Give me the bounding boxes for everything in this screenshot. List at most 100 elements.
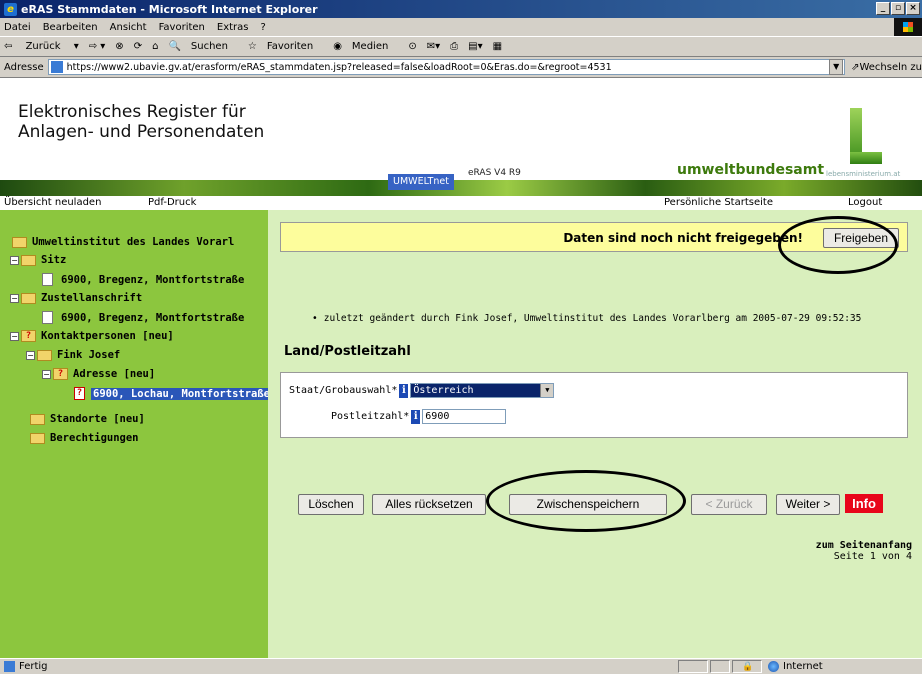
info-icon[interactable]: i bbox=[399, 383, 409, 398]
window-controls: _ ▫ × bbox=[876, 2, 920, 15]
tree-item-lochau-address[interactable]: ? 6900, Lochau, Montfortstraße bbox=[74, 387, 273, 400]
folder-new-icon: ? bbox=[53, 368, 68, 380]
country-row: Staat/Grobauswahl* i Österreich ▼ bbox=[289, 383, 555, 398]
last-changed-info: • zuletzt geändert durch Fink Josef, Umwe… bbox=[312, 313, 862, 324]
last-changed-text: zuletzt geändert durch Fink Josef, Umwel… bbox=[323, 313, 862, 324]
status-segment bbox=[710, 660, 730, 673]
reload-overview-link[interactable]: Übersicht neuladen bbox=[4, 197, 101, 208]
country-select[interactable]: Österreich ▼ bbox=[410, 383, 555, 398]
info-icon[interactable]: i bbox=[411, 409, 421, 424]
umweltbundesamt-logo: umweltbundesamt bbox=[677, 162, 825, 178]
link-bar: Übersicht neuladen Pdf-Druck Persönliche… bbox=[0, 196, 922, 210]
go-button[interactable]: ⇗Wechseln zu bbox=[851, 62, 922, 73]
status-segment bbox=[678, 660, 708, 673]
window-title: eRAS Stammdaten - Microsoft Internet Exp… bbox=[21, 2, 318, 16]
zone-label: Internet bbox=[783, 661, 823, 672]
collapse-icon[interactable]: − bbox=[26, 350, 35, 360]
forward-button[interactable]: ⇨ ▾ bbox=[89, 41, 106, 52]
ie-icon: e bbox=[4, 2, 17, 16]
media-icon: ◉ bbox=[333, 41, 342, 52]
sidebar-tree: Umweltinstitut des Landes Vorarl − Sitz … bbox=[0, 210, 273, 658]
menu-help[interactable]: ? bbox=[261, 22, 266, 33]
stop-icon[interactable]: ⊗ bbox=[115, 41, 123, 52]
collapse-icon[interactable]: − bbox=[10, 255, 19, 265]
folder-icon bbox=[30, 432, 45, 444]
folder-open-icon bbox=[21, 292, 36, 304]
reset-all-button[interactable]: Alles rücksetzen bbox=[372, 494, 486, 515]
history-icon[interactable]: ⊙ bbox=[408, 41, 416, 52]
menu-datei[interactable]: Datei bbox=[4, 22, 31, 33]
menu-ansicht[interactable]: Ansicht bbox=[110, 22, 147, 33]
close-button[interactable]: × bbox=[906, 2, 920, 15]
tree-item-adresse[interactable]: − ? Adresse [neu] bbox=[42, 368, 155, 380]
zip-row: Postleitzahl* i 6900 bbox=[331, 409, 507, 424]
tree-item-organisation[interactable]: Umweltinstitut des Landes Vorarl bbox=[12, 236, 234, 248]
tree-item-berechtigungen[interactable]: Berechtigungen bbox=[30, 432, 139, 444]
logout-link[interactable]: Logout bbox=[848, 197, 882, 208]
tree-item-sitz-address[interactable]: 6900, Bregenz, Montfortstraße bbox=[42, 273, 244, 286]
personal-home-link[interactable]: Persönliche Startseite bbox=[664, 197, 773, 208]
maximize-button[interactable]: ▫ bbox=[891, 2, 905, 15]
favorites-button[interactable]: ☆ Favoriten bbox=[248, 41, 323, 52]
home-icon[interactable]: ⌂ bbox=[152, 41, 158, 52]
info-button[interactable]: Info bbox=[845, 494, 883, 513]
back-button[interactable]: ⇦ Zurück ▾ bbox=[4, 41, 79, 52]
menu-bearbeiten[interactable]: Bearbeiten bbox=[43, 22, 98, 33]
page-header: Elektronisches Register für Anlagen- und… bbox=[0, 78, 922, 192]
address-form: Staat/Grobauswahl* i Österreich ▼ Postle… bbox=[280, 372, 908, 438]
refresh-icon[interactable]: ⟳ bbox=[134, 41, 142, 52]
status-text-area: Fertig bbox=[4, 661, 48, 672]
collapse-icon[interactable]: − bbox=[10, 293, 19, 303]
search-button[interactable]: 🔍 Suchen bbox=[168, 41, 237, 52]
brand-subtitle: lebensministerium.at bbox=[826, 170, 901, 178]
minimize-button[interactable]: _ bbox=[876, 2, 890, 15]
zip-label: Postleitzahl* bbox=[331, 411, 410, 422]
tree-item-fink-josef[interactable]: − Fink Josef bbox=[26, 349, 120, 361]
app-title: Elektronisches Register für Anlagen- und… bbox=[18, 102, 265, 142]
umweltnet-tab[interactable]: UMWELTnet bbox=[388, 174, 454, 190]
main-content: Daten sind noch nicht freigegeben! Freig… bbox=[268, 210, 922, 658]
tree-item-kontaktpersonen[interactable]: − ? Kontaktpersonen [neu] bbox=[10, 330, 174, 342]
lock-icon: 🔒 bbox=[742, 662, 754, 672]
menu-extras[interactable]: Extras bbox=[217, 22, 249, 33]
print-icon[interactable]: ⎙ bbox=[450, 41, 458, 52]
highlight-ellipse-save bbox=[486, 470, 686, 532]
lebensministerium-logo bbox=[850, 108, 882, 168]
tree-item-sitz[interactable]: − Sitz bbox=[10, 254, 66, 266]
top-of-page-link[interactable]: zum Seitenanfang bbox=[816, 540, 912, 551]
folder-open-icon bbox=[37, 349, 52, 361]
address-label: Adresse bbox=[4, 61, 44, 73]
pdf-print-link[interactable]: Pdf-Druck bbox=[148, 197, 196, 208]
page-icon bbox=[50, 61, 63, 73]
country-label: Staat/Grobauswahl* bbox=[289, 385, 398, 396]
windows-logo-icon bbox=[894, 18, 922, 36]
address-bar: Adresse https://www2.ubavie.gv.at/erasfo… bbox=[0, 57, 922, 78]
address-dropdown[interactable]: ▼ bbox=[829, 59, 844, 75]
version-label: eRAS V4 R9 bbox=[468, 168, 521, 178]
menu-bar: Datei Bearbeiten Ansicht Favoriten Extra… bbox=[0, 18, 922, 37]
collapse-icon[interactable]: − bbox=[10, 331, 19, 341]
address-input[interactable]: https://www2.ubavie.gv.at/erasform/eRAS_… bbox=[47, 59, 846, 75]
delete-button[interactable]: Löschen bbox=[298, 494, 364, 515]
tree-item-standorte[interactable]: Standorte [neu] bbox=[30, 413, 145, 425]
section-title: Land/Postleitzahl bbox=[284, 344, 411, 359]
back-arrow-icon: ⇦ bbox=[4, 41, 13, 52]
internet-globe-icon bbox=[768, 661, 779, 672]
folder-open-icon bbox=[12, 236, 27, 248]
media-button[interactable]: ◉ Medien bbox=[333, 41, 398, 52]
security-zone: Internet bbox=[768, 661, 823, 672]
edit-icon[interactable]: ▤▾ bbox=[468, 41, 482, 52]
status-bar: Fertig 🔒 Internet bbox=[0, 658, 922, 674]
mail-icon[interactable]: ✉▾ bbox=[427, 41, 440, 52]
zip-input[interactable]: 6900 bbox=[422, 409, 507, 424]
status-text: Fertig bbox=[19, 661, 48, 672]
tree-item-zustellanschrift[interactable]: − Zustellanschrift bbox=[10, 292, 142, 304]
menu-favoriten[interactable]: Favoriten bbox=[159, 22, 205, 33]
chevron-down-icon[interactable]: ▼ bbox=[540, 384, 554, 397]
lock-segment: 🔒 bbox=[732, 660, 762, 673]
country-value: Österreich bbox=[411, 384, 541, 397]
discuss-icon[interactable]: ▦ bbox=[493, 41, 502, 52]
next-button[interactable]: Weiter > bbox=[776, 494, 840, 515]
collapse-icon[interactable]: − bbox=[42, 369, 51, 379]
tree-item-zustell-address[interactable]: 6900, Bregenz, Montfortstraße bbox=[42, 311, 244, 324]
